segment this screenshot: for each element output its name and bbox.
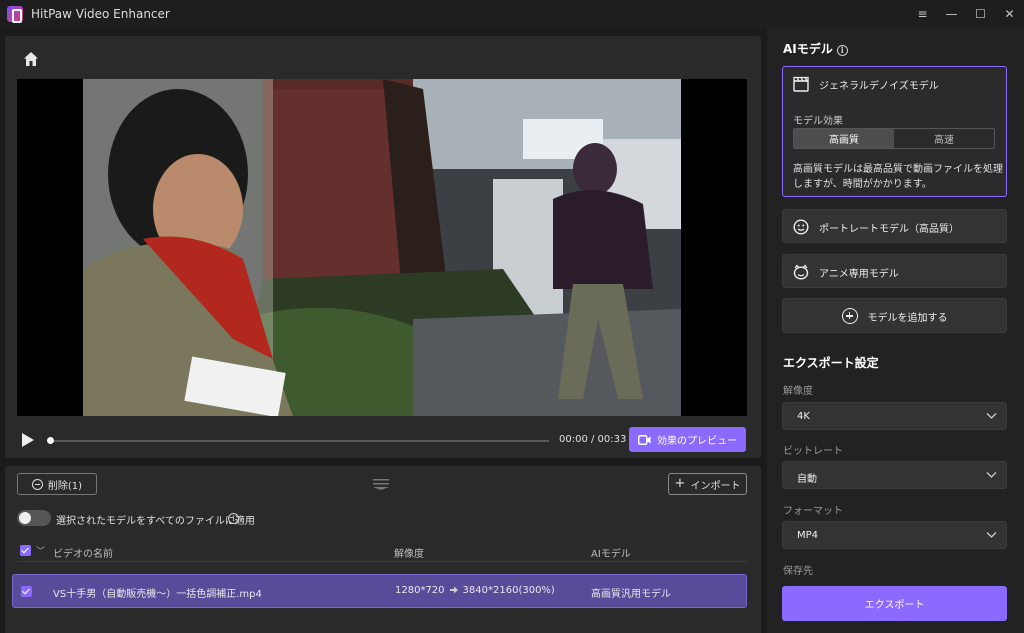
format-label: フォーマット (783, 506, 843, 517)
column-header-resolution[interactable]: 解像度 (394, 545, 424, 560)
model-description: 高画質モデルは最高品質で動画ファイルを処理しますが、時間がかかります。 (793, 164, 1003, 190)
maximize-icon[interactable]: ☐ (966, 0, 995, 28)
video-camera-icon (638, 434, 651, 445)
anime-face-icon (793, 264, 809, 280)
video-preview[interactable] (17, 79, 747, 416)
plus-icon: + (674, 476, 686, 491)
select-all-checkbox[interactable] (20, 545, 31, 556)
model-effect-label: モデル効果 (793, 116, 843, 127)
window-controls: ≡ — ☐ ✕ (908, 0, 1024, 28)
add-model-button[interactable]: モデルを追加する (782, 298, 1007, 333)
preview-effect-button[interactable]: 効果のプレビュー (629, 427, 746, 452)
seek-bar[interactable] (49, 440, 549, 442)
export-settings-title: エクスポート設定 (783, 356, 879, 370)
arrow-right-icon (449, 586, 458, 594)
row-model: 高画質汎用モデル (591, 589, 671, 600)
minus-circle-icon (31, 478, 43, 490)
model-label: アニメ専用モデル (819, 268, 899, 280)
resolution-value: 4K (797, 411, 810, 422)
play-icon[interactable] (21, 432, 35, 448)
apply-all-toggle[interactable] (17, 510, 51, 526)
clapperboard-icon (793, 76, 809, 92)
delete-button[interactable]: 削除(1) (17, 473, 97, 495)
plus-circle-icon (841, 308, 858, 324)
model-header: アニメ専用モデル (783, 255, 1006, 289)
file-list-panel: 削除(1) + インポート 選択されたモデルをすべてのファイルに適用 i ﹀ ビ… (5, 466, 761, 633)
minimize-icon[interactable]: — (937, 0, 966, 28)
video-frame-image (83, 79, 681, 416)
model-header: ジェネラルデノイズモデル (783, 67, 1006, 101)
import-label: インポート (690, 480, 741, 492)
time-readout: 00:00 / 00:33 (559, 434, 627, 445)
title-bar: HitPaw Video Enhancer ≡ — ☐ ✕ (0, 0, 1024, 28)
bitrate-select[interactable]: 自動 (782, 461, 1007, 489)
chevron-down-icon (986, 472, 997, 478)
bitrate-value: 自動 (797, 474, 817, 485)
column-header-name[interactable]: ビデオの名前 (53, 545, 113, 560)
player-controls: 00:00 / 00:33 効果のプレビュー (5, 424, 761, 454)
export-button[interactable]: エクスポート (782, 586, 1007, 621)
model-card-portrait[interactable]: ポートレートモデル（高品質） (782, 209, 1007, 243)
chevron-down-icon (986, 532, 997, 538)
model-label: ジェネラルデノイズモデル (819, 80, 939, 92)
model-card-anime[interactable]: アニメ専用モデル (782, 254, 1007, 288)
row-checkbox[interactable] (21, 586, 32, 597)
add-model-row: モデルを追加する (783, 299, 1006, 333)
preview-panel: 00:00 / 00:33 効果のプレビュー (5, 36, 761, 458)
chevron-down-icon (986, 413, 997, 419)
source-resolution: 1280*720 (395, 585, 445, 596)
bitrate-label: ビットレート (783, 446, 843, 457)
import-button[interactable]: + インポート (668, 473, 747, 495)
close-icon[interactable]: ✕ (995, 0, 1024, 28)
table-header: ﹀ ビデオの名前 解像度 AIモデル (17, 542, 747, 562)
file-name: VS十手男（自動販売機〜）一括色調補正.mp4 (53, 589, 262, 600)
face-icon (793, 219, 809, 235)
app-logo-icon (7, 6, 23, 23)
resolution-label: 解像度 (783, 386, 813, 397)
resolution-select[interactable]: 4K (782, 402, 1007, 430)
format-select[interactable]: MP4 (782, 521, 1007, 549)
model-card-general-denoise[interactable]: ジェネラルデノイズモデル モデル効果 高画質 高速 高画質モデルは最高品質で動画… (782, 66, 1007, 197)
menu-icon[interactable]: ≡ (908, 0, 937, 28)
effect-option-quality[interactable]: 高画質 (794, 129, 894, 148)
ai-model-title-text: AIモデル (783, 42, 833, 56)
effect-option-fast[interactable]: 高速 (894, 129, 994, 148)
app-title: HitPaw Video Enhancer (31, 7, 170, 21)
delete-label: 削除(1) (47, 480, 83, 492)
add-model-label: モデルを追加する (867, 312, 948, 324)
drag-handle-icon[interactable] (372, 477, 390, 491)
save-to-label: 保存先 (783, 566, 813, 577)
chevron-down-icon[interactable]: ﹀ (36, 544, 45, 557)
info-icon[interactable]: i (228, 513, 239, 524)
preview-effect-label: 効果のプレビュー (657, 436, 737, 447)
seek-handle[interactable] (47, 437, 54, 444)
target-resolution: 3840*2160(300%) (462, 585, 555, 596)
home-icon[interactable] (22, 50, 40, 68)
ai-model-title: AIモデル i (783, 40, 848, 57)
model-header: ポートレートモデル（高品質） (783, 210, 1006, 244)
column-header-model[interactable]: AIモデル (591, 545, 631, 560)
resolution-change: 1280*720 3840*2160(300%) (395, 585, 555, 596)
apply-all-label: 選択されたモデルをすべてのファイルに適用 (56, 516, 255, 527)
settings-sidebar: AIモデル i ジェネラルデノイズモデル モデル効果 高画質 高速 高画質モデルは… (767, 28, 1024, 633)
table-row[interactable]: VS十手男（自動販売機〜）一括色調補正.mp4 1280*720 3840*216… (12, 574, 747, 608)
model-label: ポートレートモデル（高品質） (819, 223, 959, 235)
model-effect-toggle: 高画質 高速 (793, 128, 995, 149)
format-value: MP4 (797, 530, 819, 541)
info-icon[interactable]: i (836, 45, 848, 56)
